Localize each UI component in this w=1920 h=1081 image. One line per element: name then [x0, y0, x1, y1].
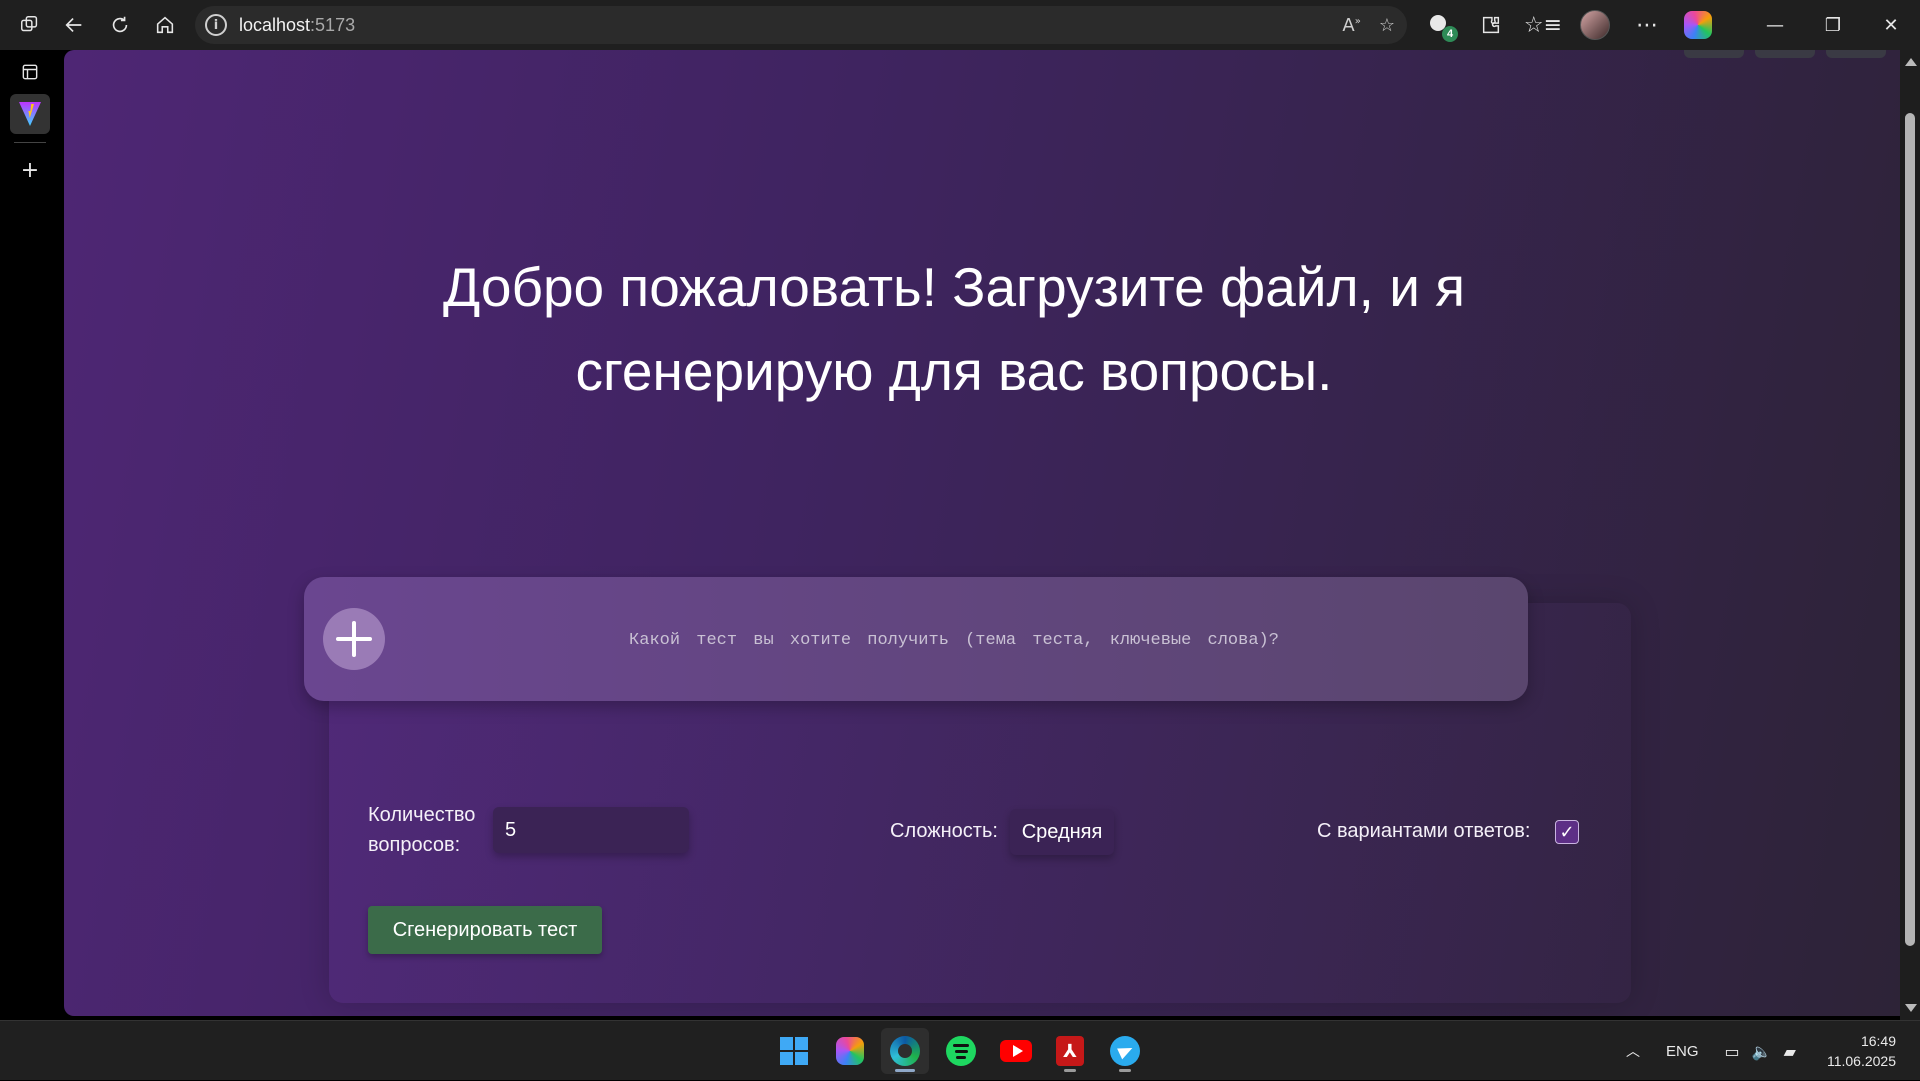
windows-logo-icon — [780, 1037, 808, 1065]
answer-options-label: С вариантами ответов: — [1317, 820, 1531, 842]
url-port: :5173 — [310, 14, 356, 35]
back-icon[interactable] — [52, 0, 96, 50]
home-icon[interactable] — [143, 0, 187, 50]
top-control-ghost — [1755, 50, 1815, 58]
close-icon[interactable]: ✕ — [1862, 0, 1920, 50]
youtube-icon — [1000, 1040, 1032, 1062]
workspaces-icon[interactable] — [8, 0, 52, 50]
extension-badge-count: 4 — [1442, 26, 1458, 42]
tab-actions-icon[interactable] — [10, 52, 50, 92]
address-bar[interactable]: i localhost:5173 A» ☆ — [195, 6, 1407, 44]
top-control-ghost — [1684, 50, 1744, 58]
page-viewport: Добро пожаловать! Загрузите файл, и я сг… — [64, 50, 1900, 1016]
question-count-input[interactable] — [493, 807, 689, 853]
network-icon[interactable]: ▭ — [1725, 1042, 1740, 1061]
clock[interactable]: 16:49 11.06.2025 — [1827, 1031, 1896, 1071]
start-button[interactable] — [770, 1028, 818, 1074]
top-control-ghost — [1826, 50, 1886, 58]
scrollbar-thumb[interactable] — [1905, 113, 1915, 946]
prompt-box — [304, 577, 1528, 701]
profile-avatar[interactable] — [1580, 10, 1610, 40]
new-tab-plus-icon[interactable]: + — [10, 150, 50, 190]
favorites-icon[interactable]: ☆≡ — [1524, 0, 1562, 50]
show-hidden-icons-chevron-icon[interactable]: ︿ — [1626, 1041, 1640, 1061]
scroll-down-arrow-icon[interactable] — [1905, 1004, 1917, 1012]
answer-options-checkbox[interactable]: ✓ — [1555, 820, 1579, 844]
spotify-icon — [946, 1036, 976, 1066]
taskbar-edge[interactable] — [881, 1028, 929, 1074]
question-count-label-line2: вопросов: — [368, 834, 461, 856]
page-scrollbar[interactable] — [1900, 50, 1920, 1020]
minimize-icon[interactable]: — — [1746, 0, 1804, 50]
read-aloud-icon[interactable]: A» — [1342, 15, 1360, 36]
difficulty-label: Сложность: — [890, 820, 998, 842]
difficulty-value: Средняя — [1021, 820, 1103, 843]
browser-toolbar: i localhost:5173 A» ☆ 4 ☆≡ ⋯ — ❐ ✕ — [0, 0, 1920, 50]
running-indicator — [1119, 1069, 1131, 1072]
telegram-icon — [1110, 1036, 1140, 1066]
running-indicator — [895, 1069, 915, 1072]
copilot-icon[interactable] — [1684, 11, 1712, 39]
taskbar-spotify[interactable] — [937, 1028, 985, 1074]
running-indicator — [1064, 1069, 1076, 1072]
welcome-headline: Добро пожаловать! Загрузите файл, и я сг… — [364, 245, 1544, 413]
clock-time: 16:49 — [1860, 1033, 1896, 1049]
tab-vite-app[interactable] — [10, 94, 50, 134]
site-info-icon[interactable]: i — [205, 14, 227, 36]
taskbar-copilot[interactable] — [826, 1028, 874, 1074]
windows-taskbar: ⅄ ︿ ENG ▭ 🔈 ▰ 16:49 11.06.2025 — [0, 1020, 1920, 1080]
headline-line-2: сгенерирую для вас вопросы. — [575, 340, 1333, 402]
upload-file-plus-button[interactable] — [323, 608, 385, 670]
refresh-icon[interactable] — [98, 0, 142, 50]
battery-icon[interactable]: ▰ — [1784, 1042, 1796, 1061]
difficulty-select[interactable]: Средняя — [1010, 809, 1114, 855]
edge-icon — [890, 1036, 920, 1066]
acrobat-icon: ⅄ — [1056, 1036, 1084, 1066]
question-count-label-line1: Количество — [368, 804, 476, 826]
restore-icon[interactable]: ❐ — [1804, 0, 1862, 50]
more-menu-icon[interactable]: ⋯ — [1632, 0, 1662, 50]
input-language[interactable]: ENG — [1666, 1043, 1699, 1060]
copilot-app-icon — [836, 1037, 864, 1065]
headline-line-1: Добро пожаловать! Загрузите файл, и я — [443, 256, 1465, 318]
taskbar-youtube[interactable] — [992, 1028, 1040, 1074]
test-topic-input[interactable] — [424, 617, 1484, 663]
scroll-up-arrow-icon[interactable] — [1905, 58, 1917, 66]
generate-test-button[interactable]: Сгенерировать тест — [368, 906, 602, 954]
clock-date: 11.06.2025 — [1826, 1053, 1896, 1069]
favorite-star-icon[interactable]: ☆ — [1379, 15, 1395, 36]
sidebar-divider — [14, 142, 46, 143]
taskbar-acrobat[interactable]: ⅄ — [1046, 1028, 1094, 1074]
question-count-label: Количество вопросов: — [368, 800, 475, 860]
extension-badge-icon[interactable]: 4 — [1428, 12, 1458, 42]
volume-icon[interactable]: 🔈 — [1752, 1042, 1772, 1061]
url-text[interactable]: localhost:5173 — [239, 15, 355, 36]
taskbar-telegram[interactable] — [1101, 1028, 1149, 1074]
system-tray: ︿ ENG ▭ 🔈 ▰ — [1626, 1021, 1796, 1081]
extensions-puzzle-icon[interactable] — [1476, 0, 1506, 50]
vite-logo-icon — [19, 102, 41, 126]
vertical-tabs-sidebar: + — [0, 50, 64, 1020]
url-host: localhost — [239, 14, 311, 35]
